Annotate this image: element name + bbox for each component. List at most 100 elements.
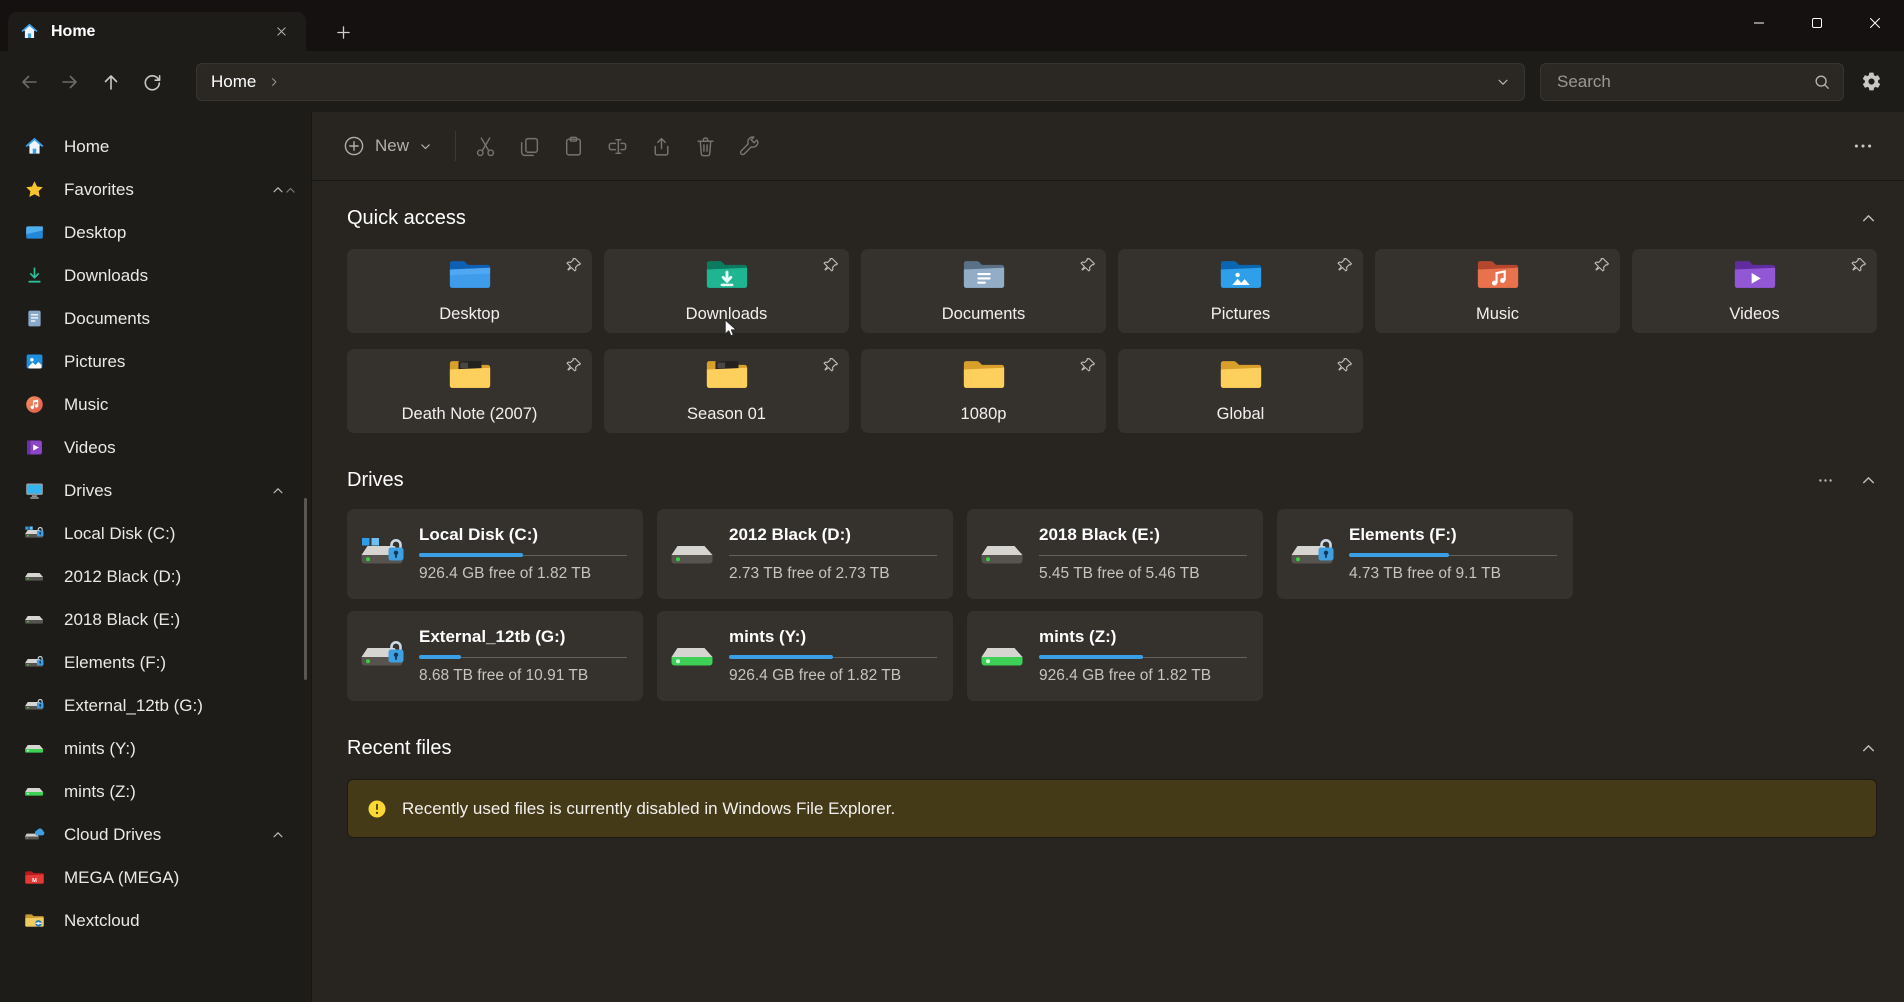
back-button[interactable] bbox=[10, 63, 48, 101]
search-icon[interactable] bbox=[1813, 73, 1831, 91]
pin-icon[interactable] bbox=[566, 357, 582, 373]
pin-icon[interactable] bbox=[823, 257, 839, 273]
sidebar-item[interactable]: mints (Y:) bbox=[10, 728, 301, 769]
chevron-up-icon[interactable] bbox=[271, 914, 285, 928]
collapse-chevron-icon[interactable] bbox=[1860, 210, 1877, 227]
minimize-button[interactable] bbox=[1730, 0, 1788, 46]
maximize-button[interactable] bbox=[1788, 0, 1846, 46]
chevron-up-icon[interactable] bbox=[271, 441, 285, 455]
quick-access-tile[interactable]: Documents bbox=[861, 249, 1106, 333]
drives-more-icon[interactable] bbox=[1817, 472, 1834, 489]
sidebar-item[interactable]: Downloads bbox=[10, 255, 301, 296]
sidebar-item[interactable]: Home bbox=[10, 126, 301, 167]
pin-icon[interactable] bbox=[1080, 257, 1096, 273]
sidebar-item[interactable]: Pictures bbox=[10, 341, 301, 382]
search-box[interactable] bbox=[1540, 63, 1844, 101]
quick-access-tile[interactable]: Death Note (2007) bbox=[347, 349, 592, 433]
chevron-up-icon[interactable] bbox=[271, 140, 285, 154]
quick-access-tile[interactable]: Global bbox=[1118, 349, 1363, 433]
drive-tile[interactable]: External_12tb (G:) 8.68 TB free of 10.91… bbox=[347, 611, 643, 701]
breadcrumb[interactable]: Home bbox=[211, 72, 256, 92]
quick-access-tile[interactable]: Downloads bbox=[604, 249, 849, 333]
chevron-up-icon[interactable] bbox=[271, 527, 285, 541]
chevron-up-icon[interactable] bbox=[271, 183, 285, 197]
sidebar-item-icon bbox=[24, 480, 45, 501]
chevron-up-icon[interactable] bbox=[271, 484, 285, 498]
new-button[interactable]: New bbox=[330, 126, 445, 166]
up-button[interactable] bbox=[92, 63, 130, 101]
chevron-up-icon[interactable] bbox=[271, 269, 285, 283]
chevron-up-icon[interactable] bbox=[271, 871, 285, 885]
scrollbar-thumb[interactable] bbox=[304, 498, 307, 680]
sidebar-item[interactable]: Favorites bbox=[10, 169, 301, 210]
sidebar-item[interactable]: Local Disk (C:) bbox=[10, 513, 301, 554]
sidebar-item[interactable]: M MEGA (MEGA) bbox=[10, 857, 301, 898]
chevron-up-icon[interactable] bbox=[271, 656, 285, 670]
chevron-up-icon[interactable] bbox=[271, 699, 285, 713]
drive-tile[interactable]: Elements (F:) 4.73 TB free of 9.1 TB bbox=[1277, 509, 1573, 599]
sidebar-item[interactable]: 2012 Black (D:) bbox=[10, 556, 301, 597]
quick-access-tile[interactable]: Season 01 bbox=[604, 349, 849, 433]
toolbar-button[interactable] bbox=[510, 127, 548, 165]
sidebar-item-label: Home bbox=[64, 137, 109, 157]
pin-icon[interactable] bbox=[823, 357, 839, 373]
toolbar-button[interactable] bbox=[466, 127, 504, 165]
pin-icon[interactable] bbox=[1337, 257, 1353, 273]
quick-access-tile[interactable]: 1080p bbox=[861, 349, 1106, 433]
collapse-chevron-icon[interactable] bbox=[1860, 472, 1877, 489]
tab-close-icon[interactable] bbox=[268, 19, 294, 45]
chevron-up-icon[interactable] bbox=[271, 742, 285, 756]
sidebar-item[interactable]: Videos bbox=[10, 427, 301, 468]
quick-access-tile[interactable]: Desktop bbox=[347, 249, 592, 333]
sidebar-item[interactable]: Music bbox=[10, 384, 301, 425]
close-button[interactable] bbox=[1846, 0, 1904, 46]
drive-tile[interactable]: 2018 Black (E:) 5.45 TB free of 5.46 TB bbox=[967, 509, 1263, 599]
pin-icon[interactable] bbox=[1080, 357, 1096, 373]
settings-button[interactable] bbox=[1852, 63, 1890, 101]
collapse-chevron-icon[interactable] bbox=[1860, 740, 1877, 757]
sidebar-item[interactable]: Cloud Drives bbox=[10, 814, 301, 855]
sidebar-item[interactable]: mints (Z:) bbox=[10, 771, 301, 812]
more-options-button[interactable] bbox=[1844, 127, 1882, 165]
chevron-up-icon[interactable] bbox=[271, 226, 285, 240]
sidebar-item[interactable]: External_12tb (G:) bbox=[10, 685, 301, 726]
sidebar-item[interactable]: 2018 Black (E:) bbox=[10, 599, 301, 640]
chevron-up-icon[interactable] bbox=[271, 355, 285, 369]
drive-tile[interactable]: 2012 Black (D:) 2.73 TB free of 2.73 TB bbox=[657, 509, 953, 599]
chevron-up-icon[interactable] bbox=[271, 613, 285, 627]
chevron-up-icon[interactable] bbox=[271, 570, 285, 584]
tab-home[interactable]: Home bbox=[8, 12, 306, 51]
pin-icon[interactable] bbox=[566, 257, 582, 273]
sidebar-item[interactable]: Drives bbox=[10, 470, 301, 511]
toolbar-button[interactable] bbox=[730, 127, 768, 165]
sidebar-item[interactable]: Documents bbox=[10, 298, 301, 339]
refresh-button[interactable] bbox=[133, 63, 171, 101]
quick-access-tile[interactable]: Pictures bbox=[1118, 249, 1363, 333]
drive-tile[interactable]: mints (Z:) 926.4 GB free of 1.82 TB bbox=[967, 611, 1263, 701]
search-input[interactable] bbox=[1555, 71, 1813, 93]
address-bar[interactable]: Home bbox=[196, 63, 1525, 101]
chevron-up-icon[interactable] bbox=[271, 828, 285, 842]
sidebar-item[interactable]: Elements (F:) bbox=[10, 642, 301, 683]
drive-tile[interactable]: Local Disk (C:) 926.4 GB free of 1.82 TB bbox=[347, 509, 643, 599]
scrollbar-up-arrow[interactable] bbox=[284, 184, 297, 197]
sidebar-item[interactable]: Desktop bbox=[10, 212, 301, 253]
sidebar-item[interactable]: Nextcloud bbox=[10, 900, 301, 941]
pin-icon[interactable] bbox=[1337, 357, 1353, 373]
quick-access-tile[interactable]: Music bbox=[1375, 249, 1620, 333]
toolbar-button[interactable] bbox=[554, 127, 592, 165]
pin-icon[interactable] bbox=[1594, 257, 1610, 273]
toolbar-button[interactable] bbox=[598, 127, 636, 165]
chevron-up-icon[interactable] bbox=[271, 785, 285, 799]
drive-free-space: 2.73 TB free of 2.73 TB bbox=[729, 565, 937, 583]
quick-access-tile[interactable]: Videos bbox=[1632, 249, 1877, 333]
pin-icon[interactable] bbox=[1851, 257, 1867, 273]
chevron-down-icon[interactable] bbox=[1496, 75, 1510, 89]
drive-tile[interactable]: mints (Y:) 926.4 GB free of 1.82 TB bbox=[657, 611, 953, 701]
toolbar-button[interactable] bbox=[642, 127, 680, 165]
new-tab-button[interactable] bbox=[328, 17, 358, 47]
chevron-up-icon[interactable] bbox=[271, 398, 285, 412]
forward-button[interactable] bbox=[51, 63, 89, 101]
toolbar-button[interactable] bbox=[686, 127, 724, 165]
chevron-up-icon[interactable] bbox=[271, 312, 285, 326]
